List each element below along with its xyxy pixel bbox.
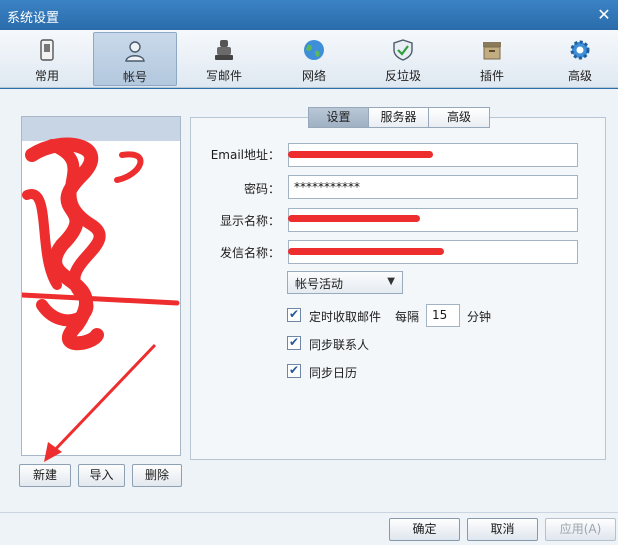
interval-unit-label: 分钟: [467, 310, 492, 324]
toolbar-label: 网络: [301, 69, 326, 83]
account-status-value: 帐号活动: [295, 277, 344, 291]
check-icon: ✔: [289, 307, 300, 321]
sync-contacts-row: ✔ 同步联系人: [287, 335, 387, 352]
import-account-button[interactable]: 导入: [78, 464, 125, 487]
apply-button[interactable]: 应用(A): [545, 518, 616, 541]
toolbar-label: 帐号: [122, 70, 147, 84]
dialog-footer: 确定 取消 应用(A): [0, 512, 618, 545]
sync-calendar-checkbox[interactable]: ✔: [287, 363, 301, 378]
check-icon: ✔: [289, 335, 300, 349]
timed-receive-checkbox[interactable]: ✔: [287, 307, 301, 322]
toolbar-network-button[interactable]: 网络: [272, 32, 356, 86]
toolbar-label: 插件: [479, 69, 504, 83]
toolbar-plugin-button[interactable]: 插件: [450, 32, 534, 86]
list-item[interactable]: [22, 117, 180, 141]
toolbar-compose-button[interactable]: 写邮件: [182, 32, 266, 86]
chevron-down-icon: ▼: [387, 276, 395, 287]
check-icon: ✔: [289, 363, 300, 377]
timed-receive-label: 定时收取邮件: [309, 310, 382, 324]
email-field[interactable]: [288, 143, 578, 167]
ok-button[interactable]: 确定: [389, 518, 460, 541]
sync-contacts-checkbox[interactable]: ✔: [287, 335, 301, 350]
compose-icon: [215, 40, 233, 60]
account-settings-panel: 新建 导入 删除 设置 服务器 高级 Email地址： 密码： ********…: [0, 89, 618, 512]
network-icon: [304, 40, 324, 60]
sync-contacts-label: 同步联系人: [309, 338, 370, 352]
toolbar-general-button[interactable]: 常用: [5, 32, 89, 86]
settings-tabs: 设置 服务器 高级: [308, 107, 490, 128]
list-item[interactable]: [22, 189, 180, 213]
toolbar-label: 高级: [567, 69, 592, 83]
display-name-field[interactable]: [288, 208, 578, 232]
title-bar: 系统设置 ✕: [0, 0, 618, 30]
sender-name-field[interactable]: [288, 240, 578, 264]
advanced-icon: [570, 40, 590, 60]
new-account-button[interactable]: 新建: [19, 464, 71, 487]
interval-prefix-label: 每隔: [395, 310, 420, 324]
general-icon: [40, 39, 54, 61]
account-status-select[interactable]: 帐号活动 ▼: [287, 271, 403, 294]
email-label: Email地址：: [210, 148, 280, 162]
delete-account-button[interactable]: 删除: [132, 464, 182, 487]
antispam-icon: [393, 39, 413, 61]
account-icon: [125, 41, 145, 62]
cancel-button[interactable]: 取消: [467, 518, 538, 541]
close-icon[interactable]: ✕: [594, 5, 614, 25]
window-title: 系统设置: [7, 11, 60, 26]
interval-input[interactable]: 15: [426, 304, 460, 327]
toolbar-advanced-button[interactable]: 高级: [538, 32, 618, 86]
sender-name-label: 发信名称：: [219, 246, 280, 260]
list-item[interactable]: [22, 237, 180, 261]
sync-calendar-label: 同步日历: [309, 366, 358, 380]
tab-settings[interactable]: 设置: [309, 108, 369, 127]
plugin-icon: [483, 42, 501, 60]
toolbar-label: 反垃圾: [384, 69, 421, 83]
password-field[interactable]: ***********: [288, 175, 578, 199]
settings-toolbar: 常用 帐号 写邮件 网络 反垃圾 插件 高级: [0, 30, 618, 88]
list-item[interactable]: [22, 213, 180, 237]
account-list[interactable]: [21, 116, 181, 456]
tab-server[interactable]: 服务器: [369, 108, 429, 127]
toolbar-account-button[interactable]: 帐号: [93, 32, 177, 86]
sync-calendar-row: ✔ 同步日历: [287, 363, 387, 380]
toolbar-label: 写邮件: [205, 69, 242, 83]
list-item[interactable]: [22, 165, 180, 189]
password-label: 密码：: [243, 182, 280, 196]
list-item[interactable]: [22, 141, 180, 165]
tab-advanced[interactable]: 高级: [429, 108, 489, 127]
toolbar-antispam-button[interactable]: 反垃圾: [361, 32, 445, 86]
display-name-label: 显示名称：: [219, 214, 280, 228]
toolbar-label: 常用: [34, 69, 59, 83]
